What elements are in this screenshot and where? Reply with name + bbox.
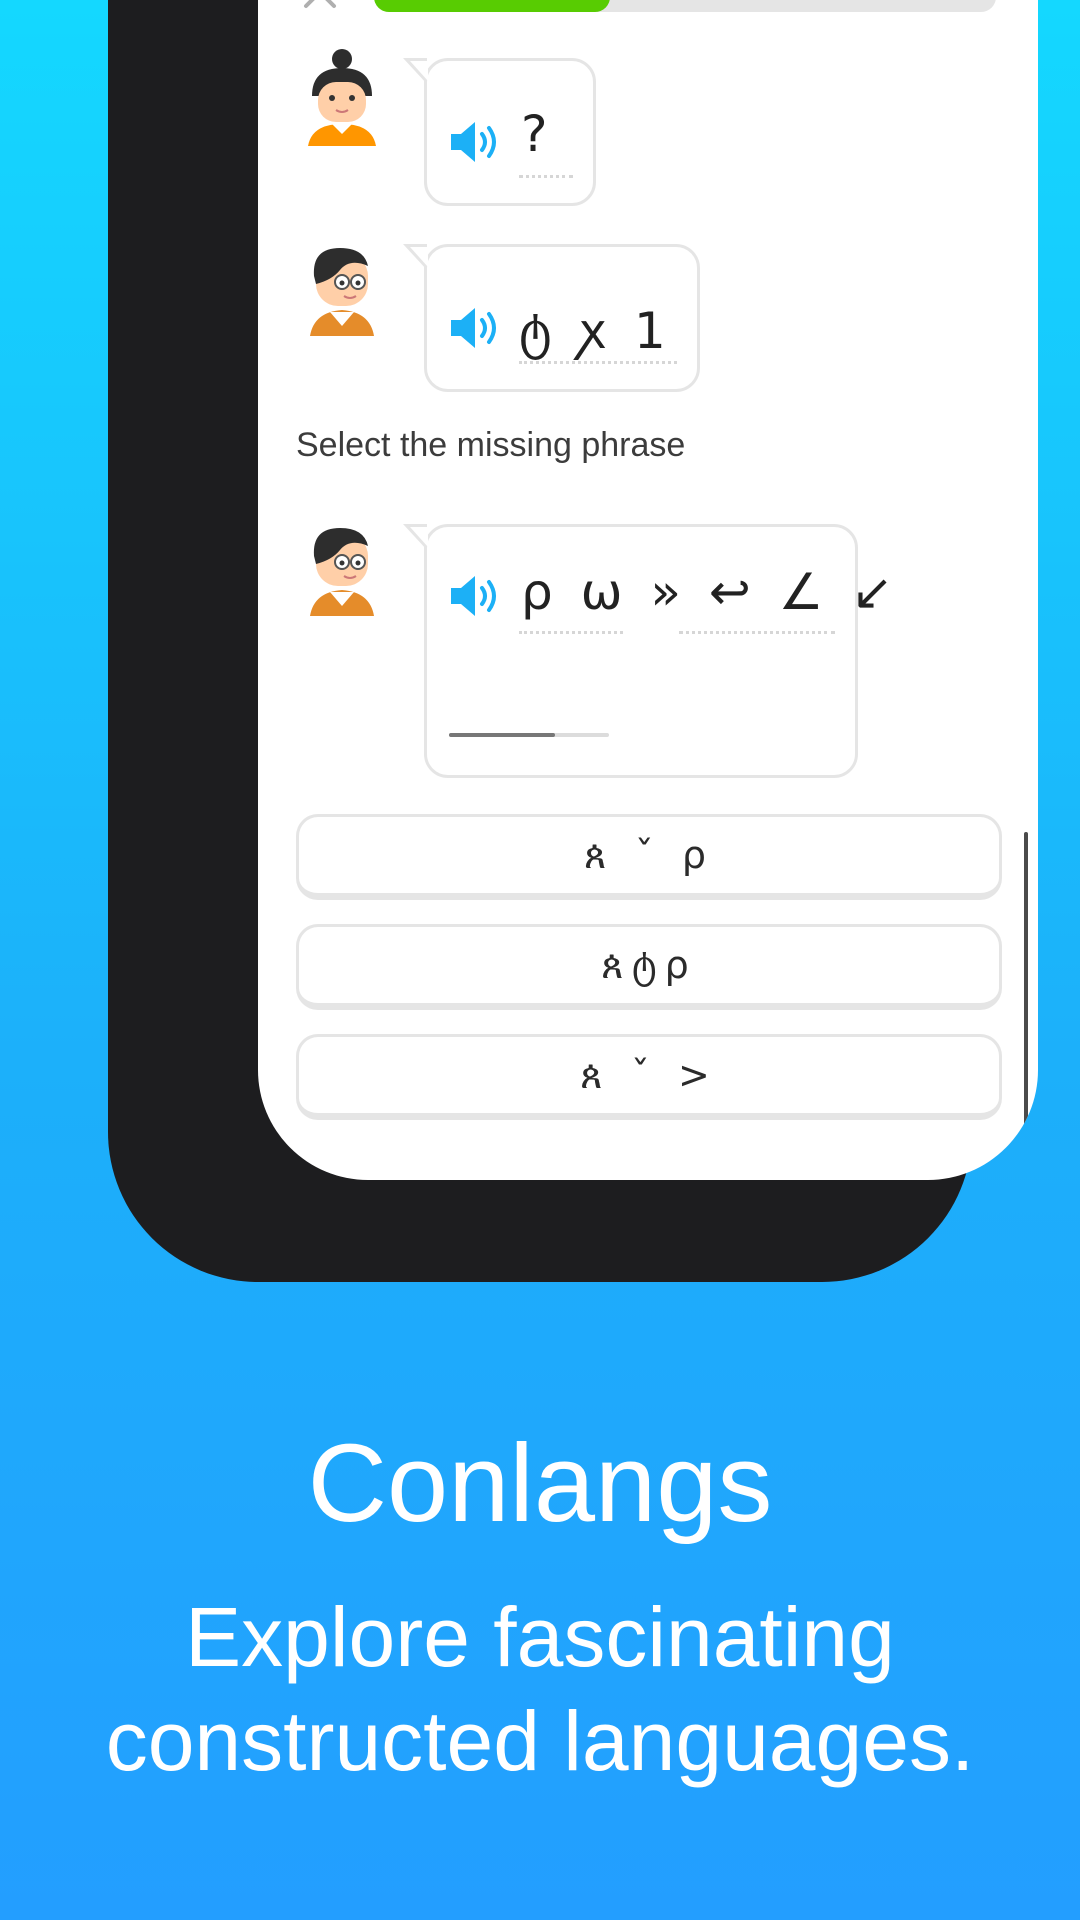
lesson-screen: ? ტ ꭗ 1 Select the missing phrase ρ ω » …	[258, 0, 1038, 1180]
scrollbar[interactable]	[1024, 832, 1028, 1132]
speaker-icon[interactable]	[447, 305, 499, 351]
woman-with-bun-avatar	[308, 49, 376, 146]
progress-fill	[374, 0, 611, 12]
close-icon[interactable]	[300, 0, 340, 12]
boy-avatar	[310, 528, 374, 616]
dialogue-text-1: ?	[521, 105, 554, 163]
promo-subtitle-line-2: constructed languages.	[105, 1694, 975, 1788]
lesson-progress-bar	[374, 0, 996, 12]
answer-blank	[449, 733, 609, 737]
dialogue-bubble-2: ტ ꭗ 1	[403, 244, 700, 392]
phone-frame: ? ტ ꭗ 1 Select the missing phrase ρ ω » …	[108, 0, 1038, 1282]
answer-option-1[interactable]: ጰ ˇ ρ	[296, 814, 1002, 900]
answer-option-3[interactable]: ጰ ˇ >	[296, 1034, 1002, 1120]
prompt-text: ρ ω » ↩ ∠ ↙	[521, 563, 900, 621]
instruction-text: Select the missing phrase	[296, 426, 686, 464]
hint-underline	[519, 361, 677, 364]
answer-option-2[interactable]: ጰტρ	[296, 924, 1002, 1010]
speaker-icon[interactable]	[447, 119, 499, 165]
boy-avatar	[310, 248, 374, 336]
dialogue-text-2: ტ ꭗ 1	[519, 302, 672, 360]
hint-underline	[679, 631, 835, 634]
prompt-bubble: ρ ω » ↩ ∠ ↙	[403, 524, 893, 778]
dialogue-bubble-1: ?	[403, 58, 596, 206]
hint-underline	[519, 631, 623, 634]
promo-subtitle-line-1: Explore fascinating	[185, 1590, 895, 1684]
hint-underline	[519, 175, 573, 178]
promo-title: Conlangs	[307, 1422, 773, 1545]
promo-subtitle: Explore fascinating constructed language…	[0, 1585, 1080, 1793]
speaker-icon[interactable]	[447, 573, 499, 619]
